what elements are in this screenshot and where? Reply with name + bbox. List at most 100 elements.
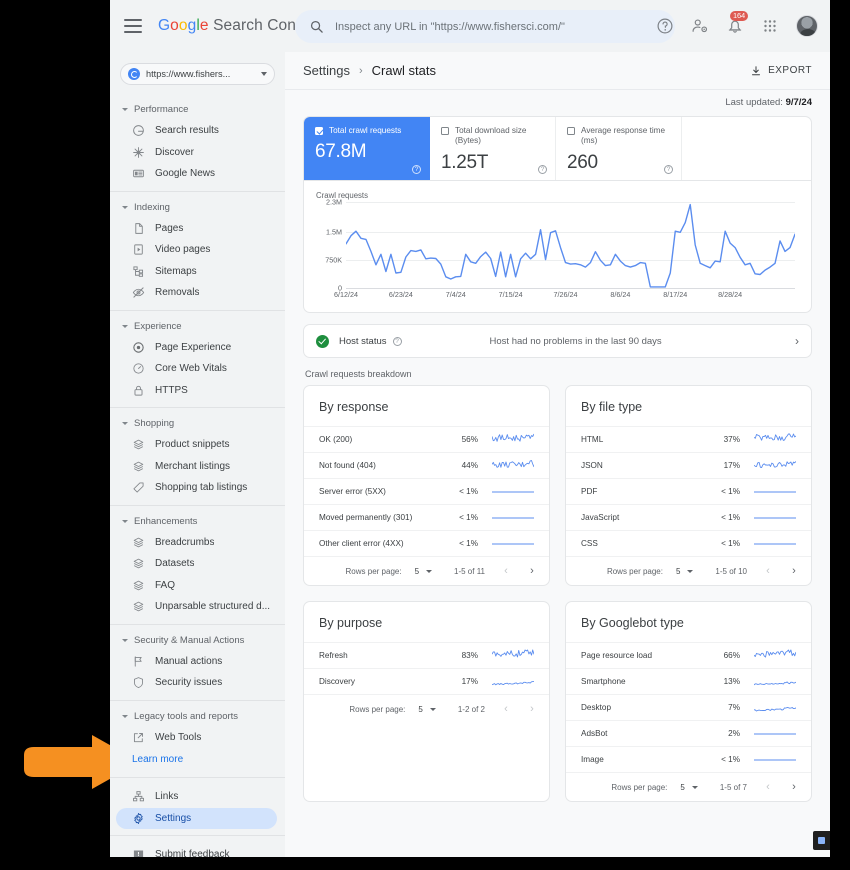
help-icon[interactable]: ?	[538, 165, 547, 174]
sidebar-group-header-experience[interactable]: Experience	[110, 314, 285, 337]
rows-per-page-value[interactable]: 5	[676, 567, 680, 576]
sidebar-item-https[interactable]: HTTPS	[116, 380, 277, 402]
help-icon[interactable]: ?	[664, 165, 673, 174]
sidebar-group-header-shopping[interactable]: Shopping	[110, 411, 285, 434]
sidebar-group-header-security[interactable]: Security & Manual Actions	[110, 628, 285, 651]
sidebar-item-merchant-listings[interactable]: Merchant listings	[116, 456, 277, 478]
help-icon[interactable]: ?	[393, 337, 402, 346]
rows-per-page-value[interactable]: 5	[418, 705, 422, 714]
table-row[interactable]: CSS< 1%	[566, 530, 811, 556]
metric-card-total-download-size[interactable]: Total download size (Bytes) 1.25T ?	[430, 117, 556, 180]
menu-icon[interactable]	[124, 19, 142, 33]
sidebar-group-header-performance[interactable]: Performance	[110, 97, 285, 120]
table-row[interactable]: Image< 1%	[566, 746, 811, 772]
table-row[interactable]: JSON17%	[566, 452, 811, 478]
metric-checkbox[interactable]	[567, 127, 575, 135]
notifications-badge: 164	[730, 11, 748, 21]
chevron-down-icon[interactable]	[426, 570, 432, 573]
chevron-down-icon	[122, 715, 128, 718]
notifications-icon[interactable]: 164	[726, 17, 744, 35]
table-row[interactable]: Not found (404)44%	[304, 452, 549, 478]
sidebar-item-shopping-tab-listings[interactable]: Shopping tab listings	[116, 477, 277, 499]
chevron-right-icon[interactable]: ›	[795, 334, 799, 348]
sparkline-chart	[492, 459, 534, 473]
chevron-down-icon[interactable]	[692, 786, 698, 789]
table-row[interactable]: OK (200)56%	[304, 426, 549, 452]
sidebar-group-header-legacy[interactable]: Legacy tools and reports	[110, 704, 285, 727]
sidebar-item-pages[interactable]: Pages	[116, 218, 277, 240]
breadcrumb-settings[interactable]: Settings	[303, 63, 350, 78]
sidebar-group-header-indexing[interactable]: Indexing	[110, 195, 285, 218]
next-page-button[interactable]: ›	[789, 565, 799, 577]
breakdown-row-label: JavaScript	[581, 513, 696, 522]
breakdown-card-title: By file type	[566, 386, 811, 426]
chevron-down-icon[interactable]	[687, 570, 693, 573]
table-row[interactable]: Moved permanently (301)< 1%	[304, 504, 549, 530]
google-news-icon	[132, 167, 145, 180]
table-row[interactable]: Smartphone13%	[566, 668, 811, 694]
chevron-down-icon[interactable]	[430, 708, 436, 711]
sidebar-item-links[interactable]: Links	[116, 786, 277, 808]
sidebar-item-core-web-vitals[interactable]: Core Web Vitals	[116, 358, 277, 380]
help-icon[interactable]: ?	[412, 165, 421, 174]
host-status-card[interactable]: Host status ? Host had no problems in th…	[303, 324, 812, 358]
table-row[interactable]: HTML37%	[566, 426, 811, 452]
sidebar-item-manual-actions[interactable]: Manual actions	[116, 651, 277, 673]
sidebar-item-unparsable-structured-data[interactable]: Unparsable structured d...	[116, 596, 277, 618]
security-shield-icon	[132, 676, 145, 689]
sidebar-item-search-results[interactable]: Search results	[116, 120, 277, 142]
table-row[interactable]: JavaScript< 1%	[566, 504, 811, 530]
corner-widget[interactable]	[813, 831, 830, 850]
rows-per-page-label: Rows per page:	[611, 783, 667, 792]
sidebar-item-web-tools[interactable]: Web Tools	[116, 727, 277, 749]
table-row[interactable]: AdsBot2%	[566, 720, 811, 746]
sidebar-item-removals[interactable]: Removals	[116, 282, 277, 304]
metric-checkbox[interactable]	[315, 127, 323, 135]
table-row[interactable]: Page resource load66%	[566, 642, 811, 668]
table-row[interactable]: Refresh83%	[304, 642, 549, 668]
rows-per-page-value[interactable]: 5	[680, 783, 684, 792]
sidebar-item-sitemaps[interactable]: Sitemaps	[116, 261, 277, 283]
sidebar-item-product-snippets[interactable]: Product snippets	[116, 434, 277, 456]
export-button[interactable]: EXPORT	[750, 65, 812, 77]
breakdown-row-label: Refresh	[319, 651, 434, 660]
sidebar-item-label: Links	[155, 791, 178, 802]
metric-checkbox[interactable]	[441, 127, 449, 135]
learn-more-link[interactable]: Learn more	[110, 748, 285, 771]
sidebar-item-video-pages[interactable]: Video pages	[116, 239, 277, 261]
sidebar-item-security-issues[interactable]: Security issues	[116, 672, 277, 694]
table-row[interactable]: Server error (5XX)< 1%	[304, 478, 549, 504]
table-row[interactable]: Discovery17%	[304, 668, 549, 694]
sidebar-item-google-news[interactable]: Google News	[116, 163, 277, 185]
sidebar-item-submit-feedback[interactable]: Submit feedback	[116, 844, 277, 857]
apps-grid-icon[interactable]	[761, 17, 779, 35]
account-settings-icon[interactable]	[691, 17, 709, 35]
sidebar-item-discover[interactable]: Discover	[116, 142, 277, 164]
metric-card-total-crawl-requests[interactable]: Total crawl requests 67.8M ?	[304, 117, 430, 180]
chart-line-series	[346, 202, 795, 288]
metric-card-average-response-time[interactable]: Average response time (ms) 260 ?	[556, 117, 682, 180]
table-row[interactable]: Other client error (4XX)< 1%	[304, 530, 549, 556]
url-inspect-search[interactable]: Inspect any URL in "https://www.fishersc…	[295, 10, 675, 43]
sidebar-item-page-experience[interactable]: Page Experience	[116, 337, 277, 359]
sidebar-item-faq[interactable]: FAQ	[116, 575, 277, 597]
sidebar-item-settings[interactable]: Settings	[116, 808, 277, 830]
next-page-button[interactable]: ›	[789, 781, 799, 793]
breakdown-card: By Googlebot typePage resource load66%Sm…	[565, 601, 812, 802]
breakdown-card: By responseOK (200)56%Not found (404)44%…	[303, 385, 550, 586]
sidebar-group-header-enhancements[interactable]: Enhancements	[110, 509, 285, 532]
table-row[interactable]: PDF< 1%	[566, 478, 811, 504]
sidebar-item-datasets[interactable]: Datasets	[116, 553, 277, 575]
next-page-button: ›	[527, 703, 537, 715]
rows-per-page-value[interactable]: 5	[415, 567, 419, 576]
table-row[interactable]: Desktop7%	[566, 694, 811, 720]
property-selector[interactable]: https://www.fishers...	[120, 63, 275, 85]
next-page-button[interactable]: ›	[527, 565, 537, 577]
main-content: Settings › Crawl stats EXPORT Last updat…	[285, 52, 830, 857]
help-icon[interactable]	[656, 17, 674, 35]
sidebar-group-title: Indexing	[134, 202, 170, 213]
sidebar-item-breadcrumbs[interactable]: Breadcrumbs	[116, 532, 277, 554]
avatar[interactable]	[796, 15, 818, 37]
breakdown-row-label: Image	[581, 755, 696, 764]
sidebar-group-performance: Performance Search results	[110, 94, 285, 188]
